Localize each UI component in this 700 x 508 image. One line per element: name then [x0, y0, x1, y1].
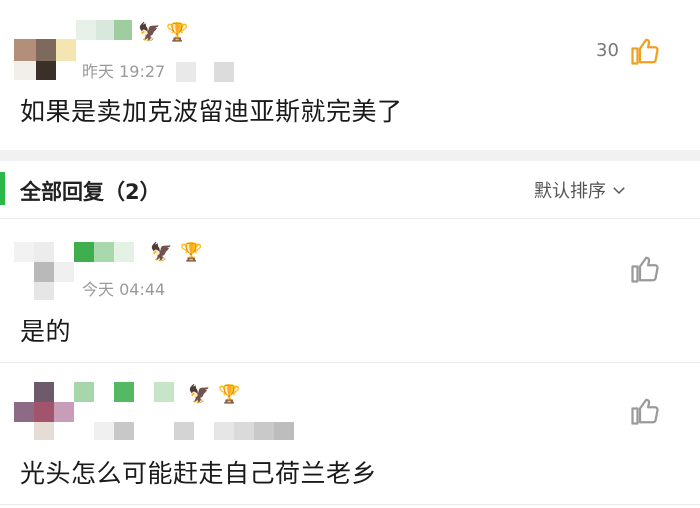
divider — [0, 218, 700, 219]
chevron-down-icon — [613, 187, 625, 195]
trophy-icon: 🏆 — [166, 22, 189, 43]
reply-text: 光头怎么可能赶走自己荷兰老乡 — [20, 459, 378, 488]
sort-label: 默认排序 — [534, 181, 606, 202]
reply-text: 是的 — [20, 317, 72, 346]
liverpool-crest-icon: 🦅 — [188, 384, 211, 405]
like-count: 30 — [596, 40, 619, 61]
trophy-icon: 🏆 — [218, 384, 241, 405]
thumbs-up-icon[interactable] — [630, 396, 660, 426]
reply-timestamp: 今天 04:44 — [82, 280, 166, 299]
comment-timestamp: 昨天 19:27 — [82, 62, 166, 81]
trophy-icon: 🏆 — [180, 242, 203, 263]
comment-text: 如果是卖加克波留迪亚斯就完美了 — [20, 97, 403, 126]
thumbs-up-icon[interactable] — [630, 36, 660, 66]
replies-title: 全部回复（2） — [20, 180, 161, 204]
divider — [0, 362, 700, 363]
liverpool-crest-icon: 🦅 — [138, 22, 161, 43]
sort-dropdown[interactable]: 默认排序 — [534, 177, 628, 203]
divider — [0, 504, 700, 505]
liverpool-crest-icon: 🦅 — [150, 242, 173, 263]
thumbs-up-icon[interactable] — [630, 254, 660, 284]
section-divider — [0, 150, 700, 161]
section-accent-bar — [0, 172, 5, 205]
